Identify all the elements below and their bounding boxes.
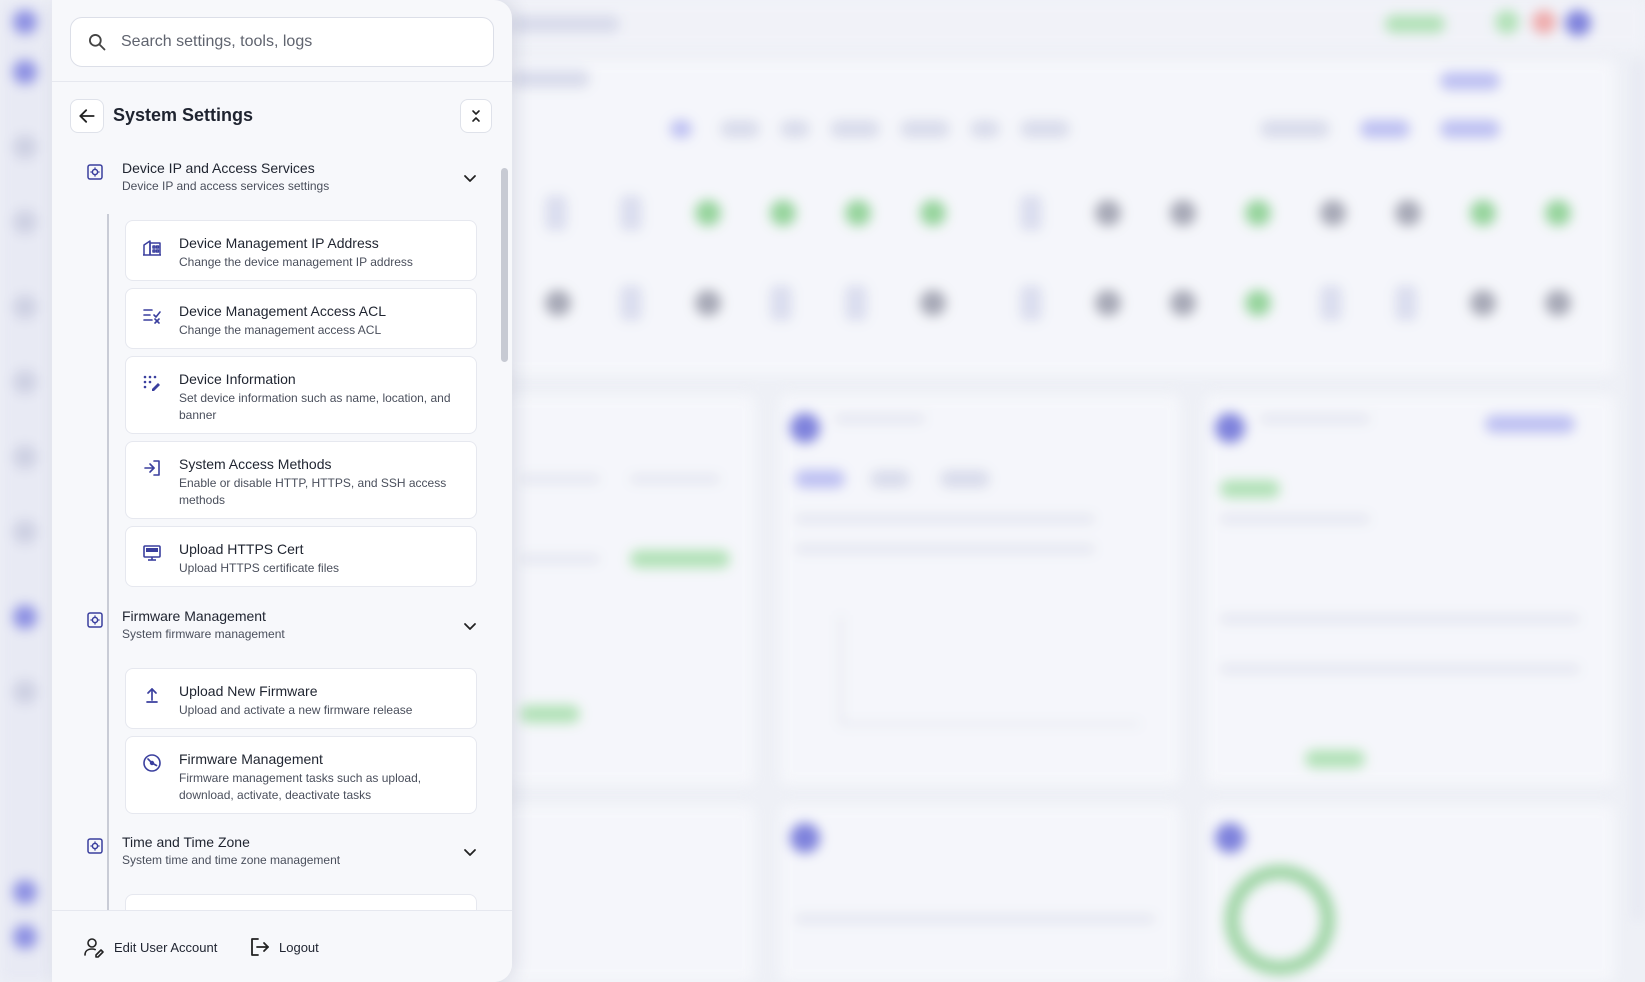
item-subtitle: Upload HTTPS certificate files	[179, 561, 340, 575]
item-title: Device Management IP Address	[179, 235, 379, 251]
section-title: Firmware Management	[122, 608, 266, 624]
item-subtitle: Change the management access ACL	[179, 323, 382, 337]
item-system-access-methods[interactable]: System Access Methods Enable or disable …	[125, 441, 477, 519]
user-edit-icon	[84, 938, 104, 958]
monitor-icon	[143, 545, 161, 561]
item-subtitle: Enable or disable HTTP, HTTPS, and SSH a…	[179, 476, 447, 507]
item-device-information[interactable]: Device Information Set device informatio…	[125, 356, 477, 434]
item-title: Upload HTTPS Cert	[179, 541, 304, 557]
settings-gear-icon	[87, 612, 103, 628]
dots-edit-icon	[143, 375, 160, 391]
search-input[interactable]	[121, 33, 481, 51]
collapse-icon	[472, 110, 480, 122]
panel-footer: Edit User Account Logout	[52, 910, 512, 982]
section-title: Device IP and Access Services	[122, 160, 315, 176]
item-upload-https-cert[interactable]: Upload HTTPS Cert Upload HTTPS certifica…	[125, 526, 477, 587]
item-subtitle: Change the device management IP address	[179, 255, 413, 269]
search-box[interactable]	[70, 17, 494, 67]
item-device-management-ip[interactable]: Device Management IP Address Change the …	[125, 220, 477, 281]
section-firmware-management[interactable]: Firmware Management System firmware mana…	[86, 608, 486, 648]
item-subtitle: Set device information such as name, loc…	[179, 391, 451, 422]
item-upload-new-firmware[interactable]: Upload New Firmware Upload and activate …	[125, 668, 477, 729]
section-time-and-time-zone[interactable]: Time and Time Zone System time and time …	[86, 834, 486, 874]
chevron-down-icon[interactable]	[462, 844, 478, 860]
item-title: Device Management Access ACL	[179, 303, 386, 319]
item-title: Device Information	[179, 371, 296, 387]
section-device-ip-access[interactable]: Device IP and Access Services Device IP …	[86, 160, 486, 200]
section-title: Time and Time Zone	[122, 834, 250, 850]
edit-user-account-button[interactable]: Edit User Account	[83, 933, 217, 961]
edit-user-account-label: Edit User Account	[114, 939, 218, 955]
logout-label: Logout	[279, 939, 319, 955]
bg-nav-rail	[0, 0, 50, 982]
section-subtitle: Device IP and access services settings	[122, 179, 330, 193]
chevron-down-icon[interactable]	[462, 170, 478, 186]
logout-button[interactable]: Logout	[248, 933, 319, 961]
section-rail	[107, 888, 109, 910]
panel-title: System Settings	[113, 105, 254, 125]
login-icon	[144, 460, 160, 476]
item-title: Upload New Firmware	[179, 683, 318, 699]
search-icon	[89, 34, 106, 51]
list-check-icon	[143, 309, 161, 324]
section-rail	[107, 214, 109, 670]
panel-header: System Settings	[70, 98, 494, 134]
item-firmware-management[interactable]: Firmware Management Firmware management …	[125, 736, 477, 814]
back-button[interactable]	[70, 99, 104, 133]
item-title: System Access Methods	[179, 456, 332, 472]
section-subtitle: System time and time zone management	[122, 853, 341, 867]
upload-icon	[146, 688, 158, 703]
building-icon	[143, 240, 161, 256]
section-subtitle: System firmware management	[122, 627, 285, 641]
item-device-management-acl[interactable]: Device Management Access ACL Change the …	[125, 288, 477, 349]
settings-panel: System Settings Device IP and Access Ser…	[52, 0, 512, 982]
item-title: Firmware Management	[179, 751, 323, 767]
collapse-all-button[interactable]	[460, 99, 492, 133]
gauge-icon	[143, 754, 161, 772]
settings-gear-icon	[87, 838, 103, 854]
item-partial[interactable]	[125, 894, 477, 910]
chevron-down-icon[interactable]	[462, 618, 478, 634]
settings-gear-icon	[87, 164, 103, 180]
item-subtitle: Firmware management tasks such as upload…	[179, 771, 422, 802]
scrollbar-thumb[interactable]	[501, 168, 508, 362]
settings-scroll-area[interactable]: System Settings Device IP and Access Ser…	[52, 82, 512, 910]
logout-icon	[251, 938, 269, 956]
item-subtitle: Upload and activate a new firmware relea…	[179, 703, 413, 717]
arrow-left-icon	[79, 109, 95, 123]
